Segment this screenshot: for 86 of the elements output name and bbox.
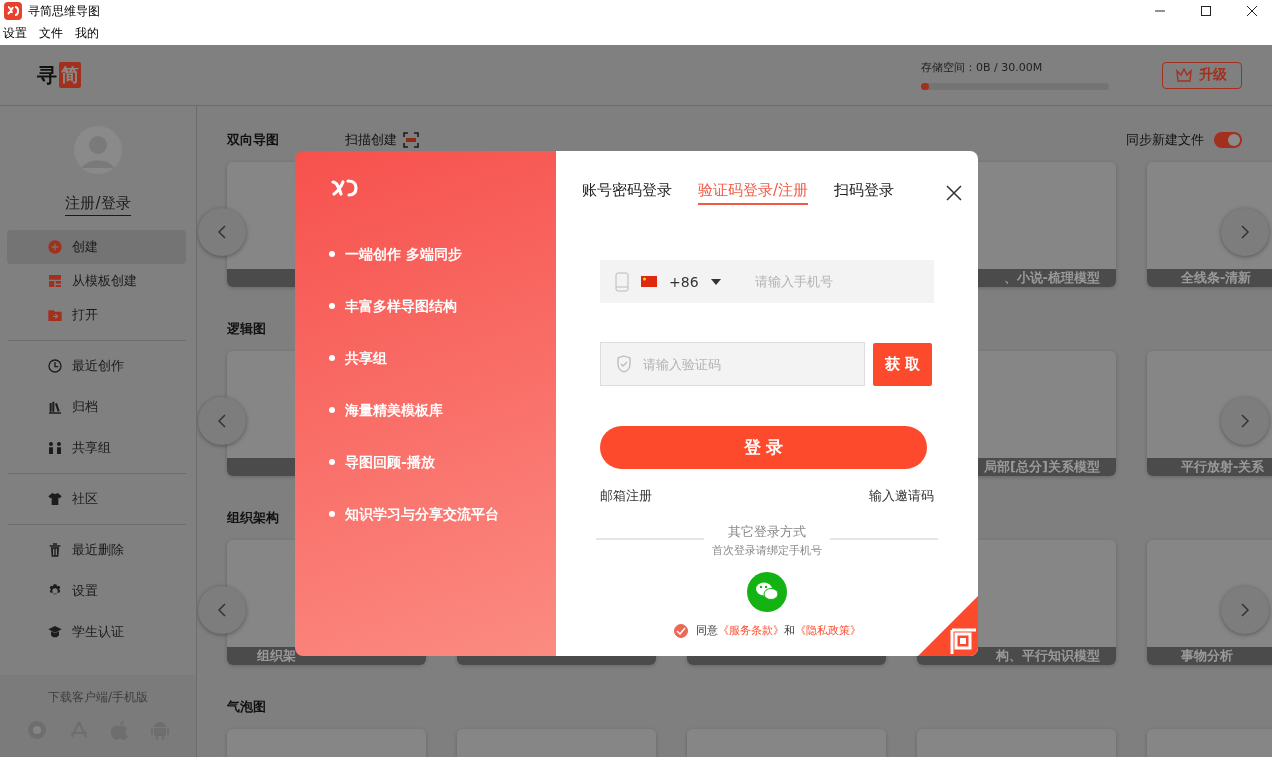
nav-item[interactable]: 从模板创建 xyxy=(7,264,186,298)
nav-item[interactable]: 最近创作 xyxy=(7,349,186,383)
section-title: 双向导图 xyxy=(227,131,279,149)
window-title: 寻简思维导图 xyxy=(28,2,100,20)
privacy-link[interactable]: 《隐私政策》 xyxy=(794,624,861,637)
terms-link[interactable]: 《服务条款》 xyxy=(717,624,784,637)
get-code-button[interactable]: 获 取 xyxy=(873,342,932,386)
phone-field[interactable]: +86 请输入手机号 xyxy=(600,260,934,303)
trash-icon xyxy=(47,542,63,558)
login-button[interactable]: 登 录 xyxy=(600,426,927,469)
scan-create-link[interactable]: 扫描创建 xyxy=(345,131,397,149)
menu-item[interactable]: 文件 xyxy=(39,25,63,42)
brand-logo-icon xyxy=(331,178,359,198)
nav-item[interactable]: 创建 xyxy=(7,230,186,264)
phone-input[interactable]: 请输入手机号 xyxy=(752,273,917,290)
logo-badge: 简 xyxy=(59,62,81,88)
previous-button[interactable] xyxy=(198,397,246,445)
card-caption: 平行放射-关系 xyxy=(1181,458,1265,476)
logo-text: 寻 xyxy=(37,61,57,89)
caret-icon[interactable] xyxy=(710,278,721,285)
login-tab[interactable]: 账号密码登录 xyxy=(582,181,672,205)
nav-item[interactable]: 学生认证 xyxy=(7,615,186,649)
agreement-text: 同意《服务条款》和《隐私政策》 xyxy=(695,623,861,638)
books-icon xyxy=(47,399,63,415)
flag-icon xyxy=(641,276,657,287)
previous-button[interactable] xyxy=(198,208,246,256)
menu-item[interactable]: 设置 xyxy=(3,25,27,42)
card-caption: 全线条-清新 xyxy=(1181,269,1252,287)
login-tab[interactable]: 扫码登录 xyxy=(834,181,895,205)
chevron-right-icon xyxy=(1240,603,1250,617)
feature-item: 导图回顾-播放 xyxy=(331,452,556,472)
menu-item[interactable]: 我的 xyxy=(75,25,99,42)
shirt-icon xyxy=(47,491,63,507)
chevron-right-icon xyxy=(1240,414,1250,428)
section-title: 气泡图 xyxy=(227,698,266,716)
sync-label: 同步新建文件 xyxy=(1126,131,1204,149)
nav-item[interactable]: 设置 xyxy=(7,574,186,608)
nav-item[interactable]: 共享组 xyxy=(7,431,186,465)
card-caption: 、小说-梳理模型 xyxy=(1003,269,1100,287)
browser-icon[interactable] xyxy=(27,720,47,740)
nav-item[interactable]: 归档 xyxy=(7,390,186,424)
text-link[interactable]: 输入邀请码 xyxy=(869,487,934,505)
section-title: 组织架构 xyxy=(227,509,279,527)
text-link[interactable]: 邮箱注册 xyxy=(600,487,652,505)
chevron-left-icon xyxy=(217,414,227,428)
agree-checkbox[interactable] xyxy=(673,623,688,638)
previous-button[interactable] xyxy=(198,586,246,634)
chevron-left-icon xyxy=(217,225,227,239)
chevron-left-icon xyxy=(217,603,227,617)
code-field[interactable]: 请输入验证码 xyxy=(600,342,865,386)
card-caption: 局部[总分]关系模型 xyxy=(984,458,1100,476)
chevron-right-icon xyxy=(1240,225,1250,239)
feature-item: 一端创作 多端同步 xyxy=(331,244,556,264)
folder-icon xyxy=(47,307,63,323)
sync-toggle[interactable] xyxy=(1214,132,1242,148)
shield-icon xyxy=(616,355,632,373)
nav-item[interactable]: 最近删除 xyxy=(7,533,186,567)
phone-icon xyxy=(615,271,629,292)
maximize-icon[interactable] xyxy=(1200,5,1212,17)
close-icon[interactable] xyxy=(946,185,962,201)
layout-icon xyxy=(47,273,63,289)
login-tab[interactable]: 验证码登录/注册 xyxy=(698,181,809,205)
country-code[interactable]: +86 xyxy=(669,273,699,290)
people-icon xyxy=(47,440,63,456)
feature-item: 知识学习与分享交流平台 xyxy=(331,504,556,524)
section-title: 逻辑图 xyxy=(227,320,266,338)
close-icon[interactable] xyxy=(1246,5,1258,17)
card-caption: 事物分析 xyxy=(1181,647,1233,665)
qr-code-corner-icon[interactable] xyxy=(918,596,978,656)
feature-item: 海量精美模板库 xyxy=(331,400,556,420)
nav-item[interactable]: 打开 xyxy=(7,298,186,332)
chat-bubbles-icon[interactable] xyxy=(747,572,787,612)
other-login-title: 其它登录方式 xyxy=(728,523,806,541)
other-login-note: 首次登录请绑定手机号 xyxy=(712,543,822,558)
code-input[interactable]: 请输入验证码 xyxy=(641,355,805,373)
clock-icon xyxy=(47,358,63,374)
graduation-cap-icon xyxy=(47,624,63,640)
scan-icon[interactable] xyxy=(403,132,419,148)
crown-icon xyxy=(1175,67,1193,83)
feature-item: 共享组 xyxy=(331,348,556,368)
card-caption: 组织架 xyxy=(257,647,296,665)
storage-label: 存储空间：0B / 30.00M xyxy=(921,60,1044,75)
card-caption: 构、平行知识模型 xyxy=(996,647,1100,665)
login-link[interactable]: 注册/登录 xyxy=(65,194,131,216)
feature-item: 丰富多样导图结构 xyxy=(331,296,556,316)
nav-item[interactable]: 社区 xyxy=(7,482,186,516)
